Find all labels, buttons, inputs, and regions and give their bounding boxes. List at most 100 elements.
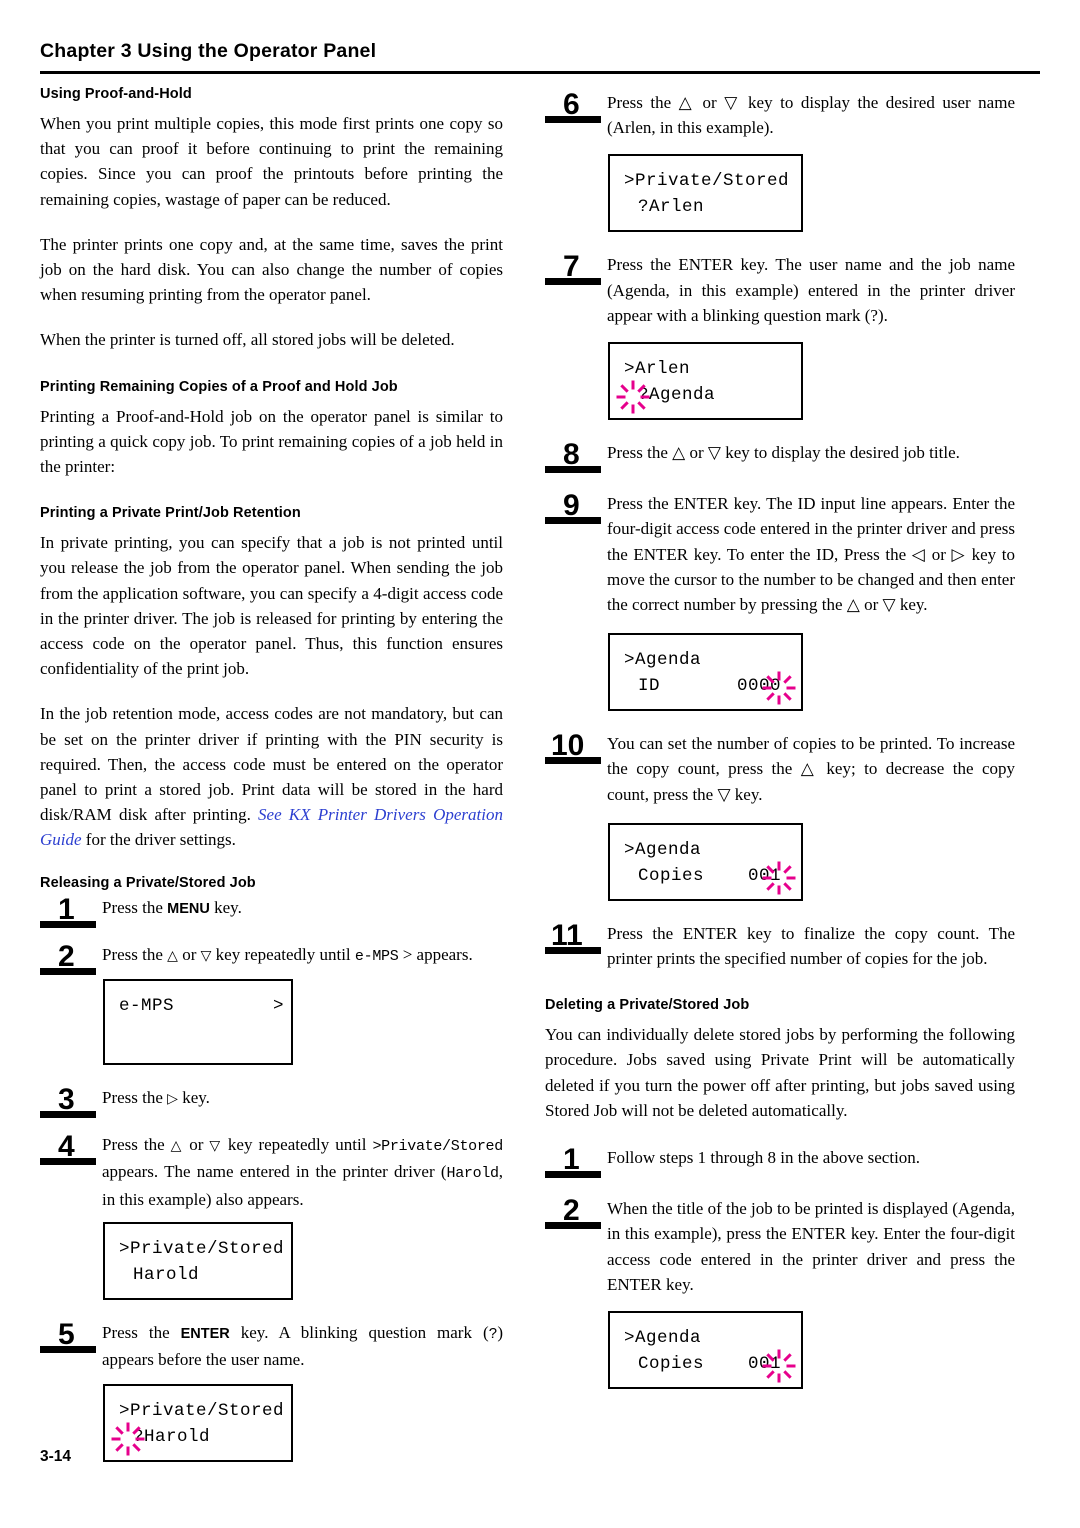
lcd-line-1: >Agenda bbox=[624, 1328, 702, 1349]
step-11-marker: 11 bbox=[545, 919, 607, 971]
lcd-line-2: ?Agenda bbox=[638, 385, 716, 406]
paragraph-private-2-part-b: for the driver settings. bbox=[81, 830, 236, 850]
paragraph-proof-2: The printer prints one copy and, at the … bbox=[40, 234, 503, 305]
step-2: 2 Press the △ or ▽ key repeatedly until … bbox=[40, 939, 503, 975]
step-1-number: 1 bbox=[58, 892, 75, 926]
step-6-text: Press the △ or ▽ key to display the desi… bbox=[607, 93, 1015, 138]
step-9-text: Press the ENTER key. The ID input line a… bbox=[607, 494, 1015, 615]
step-4-number: 4 bbox=[58, 1130, 75, 1164]
step-4-marker: 4 bbox=[40, 1130, 102, 1212]
paragraph-remaining: Printing a Proof-and-Hold job on the ope… bbox=[40, 406, 503, 477]
delete-step-1-number: 1 bbox=[563, 1143, 580, 1177]
lcd-line-1: >Private/Stored bbox=[119, 1238, 285, 1259]
step-4-text-c: key repeatedly until bbox=[221, 1135, 373, 1155]
paragraph-proof-1: When you print multiple copies, this mod… bbox=[40, 114, 503, 209]
lcd-display-agenda-copies-2: >Agenda Copies 001 bbox=[608, 1311, 803, 1390]
step-4: 4 Press the △ or ▽ key repeatedly until … bbox=[40, 1130, 503, 1212]
delete-step-1: 1 Follow steps 1 through 8 in the above … bbox=[545, 1143, 1015, 1179]
step-8-text: Press the △ or ▽ key to display the desi… bbox=[607, 443, 960, 463]
up-arrow-icon: △ bbox=[167, 948, 178, 964]
heading-deleting-job: Deleting a Private/Stored Job bbox=[545, 997, 750, 1014]
step-11-number: 11 bbox=[551, 918, 583, 952]
emps-token: e-MPS bbox=[354, 947, 399, 965]
down-arrow-icon: ▽ bbox=[200, 948, 212, 964]
lcd-line-2: ID 0000 bbox=[638, 676, 782, 697]
lcd-line-1: >Private/Stored bbox=[624, 171, 790, 192]
paragraph-deleting: You can individually delete stored jobs … bbox=[545, 1025, 1015, 1120]
lcd-line-1: >Agenda bbox=[624, 650, 702, 671]
chapter-label: Chapter bbox=[40, 40, 116, 62]
step-6-marker: 6 bbox=[545, 88, 607, 140]
lcd-display-private-harold: >Private/Stored Harold bbox=[103, 1221, 293, 1300]
paragraph-private-1: In private printing, you can specify tha… bbox=[40, 533, 503, 679]
lcd-display-private-qharold: >Private/Stored ?Harold bbox=[103, 1384, 293, 1463]
lcd-display-private-arlen: >Private/Stored ?Arlen bbox=[608, 154, 803, 233]
lcd-line-1: >Private/Stored bbox=[119, 1401, 285, 1422]
private-stored-token: >Private/Stored bbox=[372, 1138, 503, 1156]
step-5-text-b: key. A blinking question mark ( bbox=[229, 1322, 489, 1342]
enter-key-label: ENTER bbox=[180, 1325, 230, 1342]
step-1-marker: 1 bbox=[40, 892, 102, 928]
down-arrow-icon: ▽ bbox=[209, 1139, 222, 1155]
step-1: 1 Press the MENU key. bbox=[40, 892, 503, 928]
step-4-text-b: or bbox=[183, 1135, 210, 1155]
lcd-line-1: >Agenda bbox=[624, 839, 702, 860]
delete-step-1-marker: 1 bbox=[545, 1143, 607, 1179]
delete-step-1-text: Follow steps 1 through 8 in the above se… bbox=[607, 1148, 921, 1168]
delete-step-2-number: 2 bbox=[563, 1194, 580, 1228]
step-3-marker: 3 bbox=[40, 1083, 102, 1119]
step-11: 11 Press the ENTER key to finalize the c… bbox=[545, 919, 1015, 971]
step-4-text-d: appears. The name entered in the printer… bbox=[102, 1162, 447, 1182]
header-divider bbox=[40, 71, 1040, 74]
step-7-marker: 7 bbox=[545, 250, 607, 328]
step-5-number: 5 bbox=[58, 1317, 75, 1351]
right-arrow-icon: ▷ bbox=[167, 1092, 178, 1108]
step-2-text-a: Press the bbox=[102, 944, 168, 964]
left-column: Using Proof-and-Hold When you print mult… bbox=[40, 86, 503, 1480]
delete-step-2: 2 When the title of the job to be printe… bbox=[545, 1194, 1015, 1297]
step-4-text-a: Press the bbox=[102, 1135, 171, 1155]
step-1-text-b: key. bbox=[209, 897, 242, 917]
step-2-text-b: or bbox=[177, 944, 201, 964]
step-7-number: 7 bbox=[563, 250, 580, 284]
step-11-text: Press the ENTER key to finalize the copy… bbox=[607, 923, 1015, 969]
step-1-text: Press the MENU key. bbox=[102, 893, 503, 922]
heading-private-print: Printing a Private Print/Job Retention bbox=[40, 505, 301, 522]
paragraph-proof-3: When the printer is turned off, all stor… bbox=[40, 330, 455, 350]
lcd-line-1: e-MPS > bbox=[119, 996, 285, 1017]
lcd-display-emps: e-MPS > bbox=[103, 979, 293, 1066]
menu-key-label: MENU bbox=[167, 900, 210, 917]
lcd-line-1: >Arlen bbox=[624, 359, 691, 380]
harold-token: Harold bbox=[446, 1165, 500, 1183]
step-2-marker: 2 bbox=[40, 939, 102, 975]
step-8-marker: 8 bbox=[545, 438, 607, 474]
heading-printing-remaining: Printing Remaining Copies of a Proof and… bbox=[40, 378, 398, 395]
step-1-text-a: Press the bbox=[102, 897, 168, 917]
step-4-text: Press the △ or ▽ key repeatedly until >P… bbox=[102, 1130, 503, 1212]
heading-proof-and-hold: Using Proof-and-Hold bbox=[40, 86, 192, 102]
lcd-line-2: Copies 001 bbox=[638, 1354, 782, 1375]
lcd-display-arlen-agenda: >Arlen ?Agenda bbox=[608, 342, 803, 421]
step-5-marker: 5 bbox=[40, 1318, 102, 1372]
step-10: 10 You can set the number of copies to b… bbox=[545, 729, 1015, 807]
step-10-text: You can set the number of copies to be p… bbox=[607, 734, 1015, 804]
step-8-number: 8 bbox=[563, 438, 580, 472]
step-2-number: 2 bbox=[58, 939, 75, 973]
lcd-display-agenda-id: >Agenda ID 0000 bbox=[608, 633, 803, 712]
step-3-text: Press the ▷ key. bbox=[102, 1083, 503, 1112]
lcd-line-2: ?Harold bbox=[133, 1427, 211, 1448]
step-9-number: 9 bbox=[563, 489, 580, 523]
lcd-line-2: Copies 001 bbox=[638, 865, 782, 886]
up-arrow-icon: △ bbox=[170, 1139, 184, 1155]
step-2-text-c: key repeatedly until bbox=[211, 944, 355, 964]
page-number: 3-14 bbox=[40, 1448, 72, 1465]
chapter-title: Using the Operator Panel bbox=[137, 40, 377, 62]
heading-releasing-job: Releasing a Private/Stored Job bbox=[40, 874, 256, 891]
step-5-text-a: Press the bbox=[102, 1322, 181, 1342]
step-3: 3 Press the ▷ key. bbox=[40, 1083, 503, 1119]
step-6-number: 6 bbox=[563, 88, 580, 121]
step-3-text-a: Press the bbox=[102, 1088, 168, 1108]
lcd-line-2: Harold bbox=[133, 1264, 200, 1285]
lcd-line-2: ?Arlen bbox=[638, 197, 705, 218]
step-7: 7 Press the ENTER key. The user name and… bbox=[545, 250, 1015, 328]
